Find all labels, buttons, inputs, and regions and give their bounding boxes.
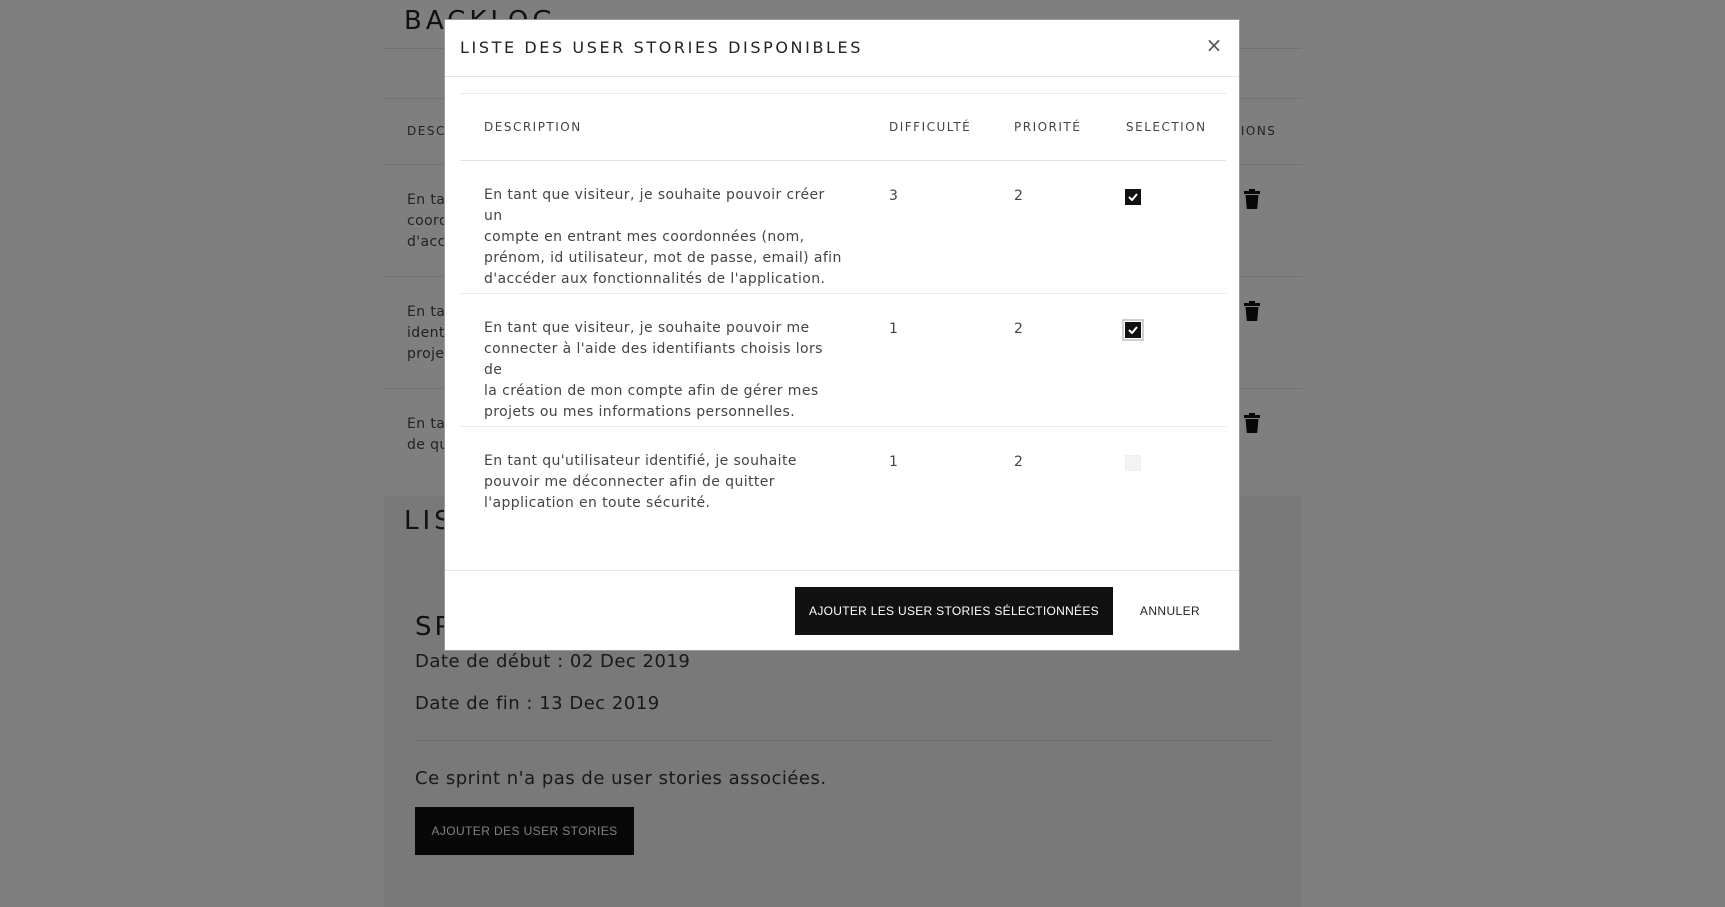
story-select-checkbox[interactable]	[1125, 455, 1141, 471]
story-description: En tant que visiteur, je souhaite pouvoi…	[484, 318, 844, 423]
modal-footer-divider	[445, 570, 1239, 571]
cancel-button[interactable]: ANNULER	[1135, 587, 1205, 635]
table-row-divider	[460, 426, 1226, 427]
story-description-line: En tant que visiteur, je souhaite pouvoi…	[484, 320, 810, 336]
story-difficulty: 1	[889, 321, 898, 337]
story-select-checkbox[interactable]	[1125, 189, 1141, 205]
story-description-line: En tant qu'utilisateur identifié, je sou…	[484, 453, 797, 469]
user-stories-modal: LISTE DES USER STORIES DISPONIBLES × DES…	[444, 19, 1240, 651]
story-select-checkbox[interactable]	[1122, 319, 1144, 341]
story-description: En tant que visiteur, je souhaite pouvoi…	[484, 185, 844, 290]
story-priority: 2	[1014, 188, 1023, 204]
story-description-line: projets ou mes informations personnelles…	[484, 404, 796, 420]
column-header-selection: SELECTION	[1126, 120, 1207, 134]
story-description-line: compte en entrant mes coordonnées (nom,	[484, 229, 805, 245]
story-description-line: connecter à l'aide des identifiants choi…	[484, 341, 823, 378]
story-description-line: prénom, id utilisateur, mot de passe, em…	[484, 250, 842, 266]
story-description: En tant qu'utilisateur identifié, je sou…	[484, 451, 844, 514]
column-header-priority: PRIORITÉ	[1014, 120, 1082, 134]
check-icon	[1128, 326, 1138, 334]
story-description-line: En tant que visiteur, je souhaite pouvoi…	[484, 187, 825, 224]
story-description-line: d'accéder aux fonctionnalités de l'appli…	[484, 271, 826, 287]
close-icon[interactable]: ×	[1203, 34, 1225, 56]
story-priority: 2	[1014, 321, 1023, 337]
table-top-line	[460, 93, 1226, 94]
table-row-divider	[460, 293, 1226, 294]
table-header-divider	[460, 160, 1226, 161]
story-difficulty: 3	[889, 188, 898, 204]
story-difficulty: 1	[889, 454, 898, 470]
add-selected-stories-button[interactable]: AJOUTER LES USER STORIES SÉLECTIONNÉES	[795, 587, 1113, 635]
story-description-line: la création de mon compte afin de gérer …	[484, 383, 819, 399]
story-description-line: l'application en toute sécurité.	[484, 495, 711, 511]
modal-header: LISTE DES USER STORIES DISPONIBLES ×	[445, 20, 1239, 77]
modal-title: LISTE DES USER STORIES DISPONIBLES	[460, 38, 864, 57]
story-priority: 2	[1014, 454, 1023, 470]
check-icon	[1128, 193, 1138, 201]
column-header-difficulty: DIFFICULTÉ	[889, 120, 972, 134]
story-description-line: pouvoir me déconnecter afin de quitter	[484, 474, 775, 490]
column-header-description: DESCRIPTION	[484, 120, 582, 134]
